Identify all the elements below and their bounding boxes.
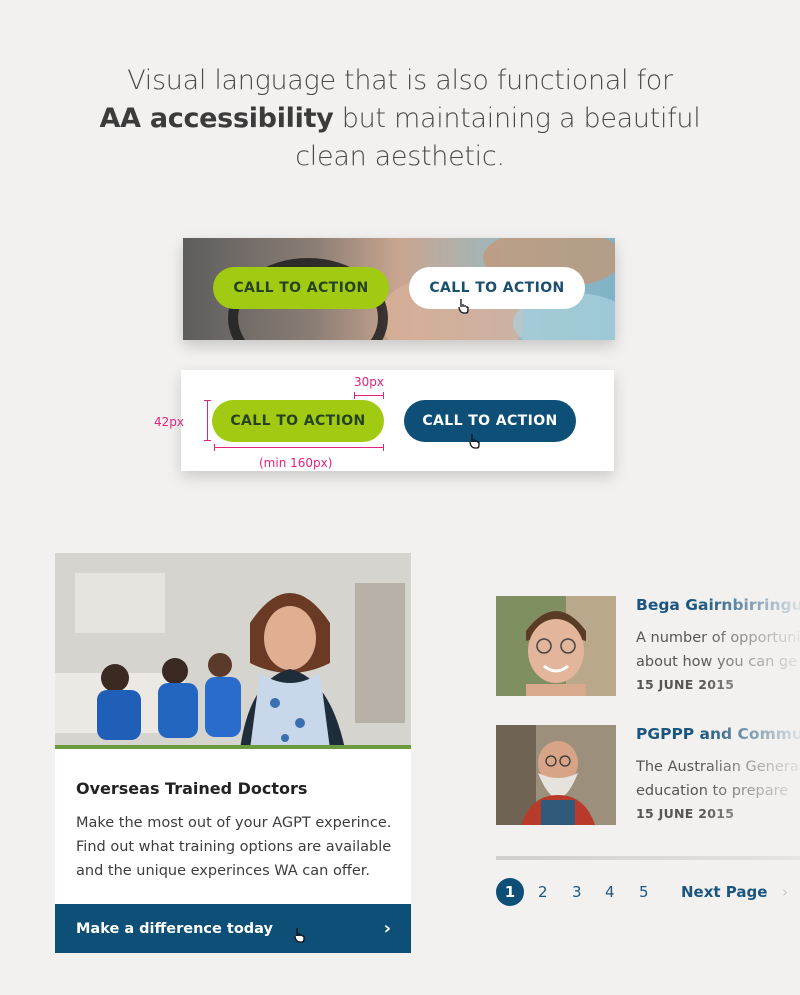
headline-line-1: Visual language that is also functional … (127, 65, 673, 96)
height-dimension-label: 42px (154, 415, 184, 429)
padding-dimension-line (354, 395, 384, 396)
page-2-button[interactable]: 2 (538, 878, 548, 906)
headline: Visual language that is also functional … (0, 62, 800, 176)
cta-green-button-spec[interactable]: CALL TO ACTION (212, 400, 384, 442)
height-dimension-line (207, 400, 208, 441)
page-3-button[interactable]: 3 (572, 878, 582, 906)
width-dimension-tick (214, 444, 215, 451)
headline-bold: AA accessibility (99, 103, 334, 134)
chevron-right-icon: › (383, 918, 391, 939)
card-description: Make the most out of your AGPT experince… (76, 815, 392, 879)
card-cta-label: Make a difference today (76, 920, 273, 937)
page-5-button[interactable]: 5 (639, 878, 649, 906)
cta-green-button-photo[interactable]: CALL TO ACTION (213, 267, 389, 309)
older-man-portrait (496, 725, 616, 825)
height-dimension-tick (204, 440, 211, 441)
news-thumbnail (496, 596, 616, 696)
card-cta-button[interactable]: Make a difference today › (55, 904, 411, 953)
headline-line-2: AA accessibility but maintaining a beaut… (0, 100, 800, 138)
hand-cursor-icon (469, 434, 480, 449)
cta-navy-button-spec[interactable]: CALL TO ACTION (404, 400, 576, 442)
headline-line-3: clean aesthetic. (295, 141, 505, 172)
hand-cursor-icon (458, 299, 469, 314)
padding-dimension-label: 30px (354, 375, 384, 389)
padding-dimension-tick (354, 392, 355, 399)
padding-dimension-tick (383, 392, 384, 399)
card-image (55, 553, 411, 749)
headline-line-2-rest: but maintaining a beautiful (333, 103, 701, 134)
hand-cursor-icon (294, 928, 305, 943)
page-1-button[interactable]: 1 (496, 878, 524, 906)
width-dimension-label: (min 160px) (259, 456, 333, 470)
card-image-accent-bar (55, 745, 411, 749)
feature-card: Overseas Trained Doctors Make the most o… (55, 553, 411, 953)
cta-white-button-photo[interactable]: CALL TO ACTION (409, 267, 585, 309)
news-thumbnail (496, 725, 616, 825)
card-title: Overseas Trained Doctors (76, 779, 308, 798)
page-4-button[interactable]: 4 (605, 878, 615, 906)
width-dimension-line (214, 447, 384, 448)
width-dimension-tick (383, 444, 384, 451)
right-edge-fade (700, 430, 800, 910)
height-dimension-tick (204, 400, 211, 401)
news-divider (496, 856, 800, 860)
next-page-button[interactable]: Next Page (681, 878, 767, 906)
young-man-portrait (496, 596, 616, 696)
pagination: 1 2 3 4 5 Next Page › (496, 878, 800, 906)
doctor-photo-illustration (55, 553, 411, 749)
chevron-right-icon[interactable]: › (782, 878, 788, 906)
